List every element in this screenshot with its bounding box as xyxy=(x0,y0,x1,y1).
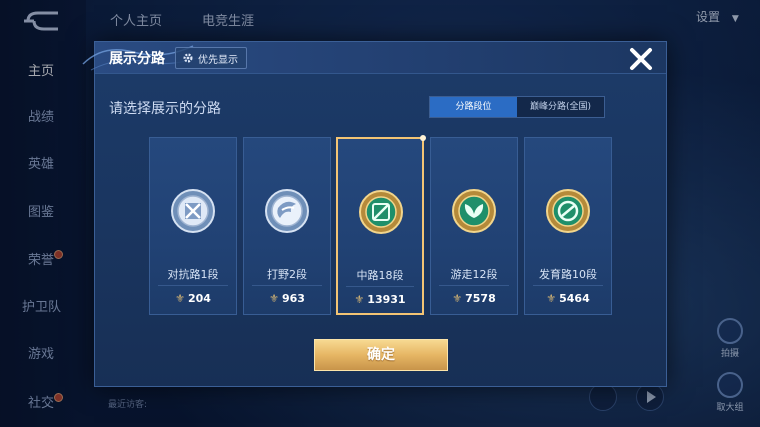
arrow-emblem-icon xyxy=(546,189,590,233)
fleur-icon: ⚜ xyxy=(175,292,185,305)
priority-display-button[interactable]: 优先显示 xyxy=(175,47,247,69)
dialog-subtitle: 请选择展示的分路 xyxy=(109,101,221,117)
lane-score: ⚜ 7578 xyxy=(431,292,517,305)
lane-card-jungle[interactable]: 打野2段 ⚜ 963 xyxy=(243,137,331,315)
lane-card-support[interactable]: 游走12段 ⚜ 7578 xyxy=(430,137,518,315)
staff-emblem-icon xyxy=(359,190,403,234)
tab-lane-rank[interactable]: 分路段位 xyxy=(430,97,517,117)
card-divider xyxy=(158,285,228,286)
lane-rank-label: 游走12段 xyxy=(450,268,498,281)
lane-rank-label: 发育路10段 xyxy=(539,268,597,281)
lane-score-value: 7578 xyxy=(465,292,496,305)
lane-card-bottom[interactable]: 发育路10段 ⚜ 5464 xyxy=(524,137,612,315)
dialog-header: 展示分路 优先显示 xyxy=(82,42,666,74)
fleur-icon: ⚜ xyxy=(269,292,279,305)
fleur-icon: ⚜ xyxy=(546,292,557,305)
lane-rank-label: 对抗路1段 xyxy=(167,268,219,281)
priority-display-label: 优先显示 xyxy=(198,54,238,66)
lane-score-value: 963 xyxy=(281,292,305,305)
sword-emblem-icon xyxy=(171,189,215,233)
lane-display-dialog: 展示分路 优先显示 请选择展示的分路 分路段位 巅峰分路(全国) 对抗路1段 ⚜… xyxy=(82,41,667,387)
dialog-title: 展示分路 xyxy=(109,51,165,67)
card-divider xyxy=(439,285,509,286)
lane-rank-label: 打野2段 xyxy=(267,268,307,281)
card-divider xyxy=(252,285,322,286)
fleur-icon: ⚜ xyxy=(452,292,463,305)
fleur-icon: ⚜ xyxy=(354,293,365,306)
tab-peak-lane[interactable]: 巅峰分路(全国) xyxy=(517,97,604,117)
lane-rank-label: 中路18段 xyxy=(356,269,404,282)
leaf-emblem-icon xyxy=(452,189,496,233)
lane-tab-switch: 分路段位 巅峰分路(全国) xyxy=(429,96,605,118)
hook-emblem-icon xyxy=(265,189,309,233)
confirm-button[interactable]: 确定 xyxy=(314,339,448,371)
lane-card-top[interactable]: 对抗路1段 ⚜ 204 xyxy=(149,137,237,315)
lane-score-value: 204 xyxy=(187,292,211,305)
card-divider xyxy=(533,285,603,286)
close-icon[interactable] xyxy=(628,46,654,72)
lane-score: ⚜ 963 xyxy=(244,292,330,305)
lane-score: ⚜ 13931 xyxy=(338,293,422,306)
lane-score-value: 5464 xyxy=(559,292,590,305)
lane-card-mid[interactable]: 中路18段 ⚜ 13931 xyxy=(336,135,426,315)
lane-cards: 对抗路1段 ⚜ 204 打野2段 ⚜ 963 中路18段 ⚜ 13931 游走1… xyxy=(149,135,613,317)
card-divider xyxy=(346,286,414,287)
selected-indicator xyxy=(420,135,426,141)
lane-score: ⚜ 204 xyxy=(150,292,236,305)
lane-score: ⚜ 5464 xyxy=(525,292,611,305)
lane-score-value: 13931 xyxy=(367,293,406,306)
gear-icon xyxy=(183,53,193,63)
